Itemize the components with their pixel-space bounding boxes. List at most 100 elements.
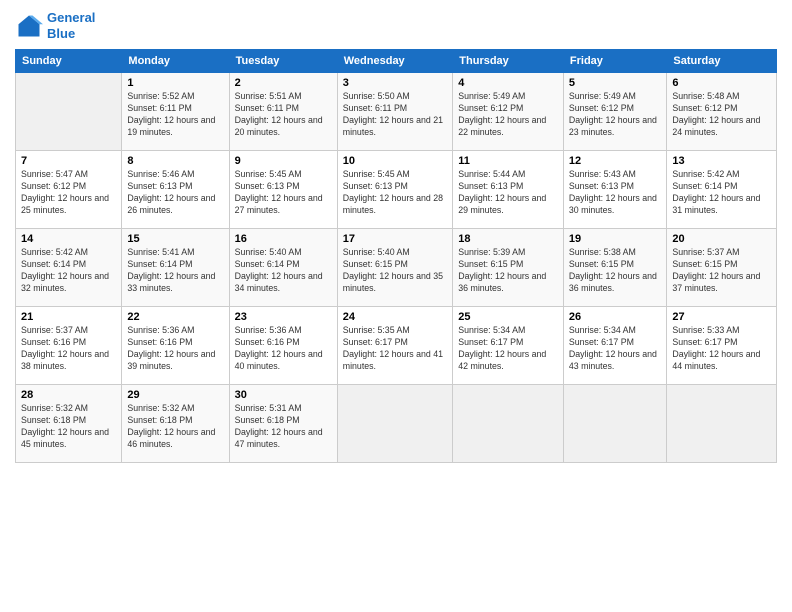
calendar-cell: 28 Sunrise: 5:32 AMSunset: 6:18 PMDaylig… xyxy=(16,385,122,463)
day-number: 23 xyxy=(235,311,332,323)
calendar-cell: 8 Sunrise: 5:46 AMSunset: 6:13 PMDayligh… xyxy=(122,151,229,229)
calendar-cell: 7 Sunrise: 5:47 AMSunset: 6:12 PMDayligh… xyxy=(16,151,122,229)
calendar-cell xyxy=(667,385,777,463)
week-row-2: 7 Sunrise: 5:47 AMSunset: 6:12 PMDayligh… xyxy=(16,151,777,229)
day-number: 15 xyxy=(127,233,223,245)
day-number: 16 xyxy=(235,233,332,245)
day-info: Sunrise: 5:51 AMSunset: 6:11 PMDaylight:… xyxy=(235,91,332,139)
day-info: Sunrise: 5:52 AMSunset: 6:11 PMDaylight:… xyxy=(127,91,223,139)
calendar-cell: 22 Sunrise: 5:36 AMSunset: 6:16 PMDaylig… xyxy=(122,307,229,385)
col-header-tuesday: Tuesday xyxy=(229,50,337,73)
day-info: Sunrise: 5:37 AMSunset: 6:15 PMDaylight:… xyxy=(672,247,771,295)
calendar-cell: 16 Sunrise: 5:40 AMSunset: 6:14 PMDaylig… xyxy=(229,229,337,307)
day-number: 24 xyxy=(343,311,448,323)
day-number: 20 xyxy=(672,233,771,245)
calendar-cell: 25 Sunrise: 5:34 AMSunset: 6:17 PMDaylig… xyxy=(453,307,564,385)
day-info: Sunrise: 5:50 AMSunset: 6:11 PMDaylight:… xyxy=(343,91,448,139)
col-header-wednesday: Wednesday xyxy=(337,50,453,73)
day-info: Sunrise: 5:49 AMSunset: 6:12 PMDaylight:… xyxy=(569,91,662,139)
calendar-cell: 5 Sunrise: 5:49 AMSunset: 6:12 PMDayligh… xyxy=(563,73,667,151)
day-number: 25 xyxy=(458,311,558,323)
day-info: Sunrise: 5:35 AMSunset: 6:17 PMDaylight:… xyxy=(343,325,448,373)
day-info: Sunrise: 5:32 AMSunset: 6:18 PMDaylight:… xyxy=(21,403,116,451)
day-info: Sunrise: 5:49 AMSunset: 6:12 PMDaylight:… xyxy=(458,91,558,139)
logo: General Blue xyxy=(15,10,95,41)
day-number: 18 xyxy=(458,233,558,245)
day-info: Sunrise: 5:44 AMSunset: 6:13 PMDaylight:… xyxy=(458,169,558,217)
calendar-cell xyxy=(453,385,564,463)
calendar-cell: 29 Sunrise: 5:32 AMSunset: 6:18 PMDaylig… xyxy=(122,385,229,463)
day-number: 5 xyxy=(569,77,662,89)
logo-text: General Blue xyxy=(47,10,95,41)
calendar-cell: 26 Sunrise: 5:34 AMSunset: 6:17 PMDaylig… xyxy=(563,307,667,385)
day-info: Sunrise: 5:47 AMSunset: 6:12 PMDaylight:… xyxy=(21,169,116,217)
day-number: 26 xyxy=(569,311,662,323)
day-info: Sunrise: 5:34 AMSunset: 6:17 PMDaylight:… xyxy=(458,325,558,373)
calendar-cell: 19 Sunrise: 5:38 AMSunset: 6:15 PMDaylig… xyxy=(563,229,667,307)
day-number: 1 xyxy=(127,77,223,89)
calendar-cell: 13 Sunrise: 5:42 AMSunset: 6:14 PMDaylig… xyxy=(667,151,777,229)
col-header-thursday: Thursday xyxy=(453,50,564,73)
day-info: Sunrise: 5:37 AMSunset: 6:16 PMDaylight:… xyxy=(21,325,116,373)
day-number: 10 xyxy=(343,155,448,167)
col-header-saturday: Saturday xyxy=(667,50,777,73)
calendar-cell: 17 Sunrise: 5:40 AMSunset: 6:15 PMDaylig… xyxy=(337,229,453,307)
calendar-cell: 2 Sunrise: 5:51 AMSunset: 6:11 PMDayligh… xyxy=(229,73,337,151)
week-row-4: 21 Sunrise: 5:37 AMSunset: 6:16 PMDaylig… xyxy=(16,307,777,385)
week-row-1: 1 Sunrise: 5:52 AMSunset: 6:11 PMDayligh… xyxy=(16,73,777,151)
week-row-5: 28 Sunrise: 5:32 AMSunset: 6:18 PMDaylig… xyxy=(16,385,777,463)
calendar-cell: 24 Sunrise: 5:35 AMSunset: 6:17 PMDaylig… xyxy=(337,307,453,385)
day-number: 29 xyxy=(127,389,223,401)
day-number: 6 xyxy=(672,77,771,89)
calendar-cell: 3 Sunrise: 5:50 AMSunset: 6:11 PMDayligh… xyxy=(337,73,453,151)
calendar-cell: 23 Sunrise: 5:36 AMSunset: 6:16 PMDaylig… xyxy=(229,307,337,385)
day-info: Sunrise: 5:39 AMSunset: 6:15 PMDaylight:… xyxy=(458,247,558,295)
day-number: 17 xyxy=(343,233,448,245)
day-number: 3 xyxy=(343,77,448,89)
header: General Blue xyxy=(15,10,777,41)
calendar-cell: 21 Sunrise: 5:37 AMSunset: 6:16 PMDaylig… xyxy=(16,307,122,385)
calendar-cell: 27 Sunrise: 5:33 AMSunset: 6:17 PMDaylig… xyxy=(667,307,777,385)
calendar-cell: 12 Sunrise: 5:43 AMSunset: 6:13 PMDaylig… xyxy=(563,151,667,229)
calendar-cell xyxy=(16,73,122,151)
day-info: Sunrise: 5:31 AMSunset: 6:18 PMDaylight:… xyxy=(235,403,332,451)
col-header-friday: Friday xyxy=(563,50,667,73)
day-info: Sunrise: 5:38 AMSunset: 6:15 PMDaylight:… xyxy=(569,247,662,295)
day-info: Sunrise: 5:40 AMSunset: 6:14 PMDaylight:… xyxy=(235,247,332,295)
calendar-cell: 4 Sunrise: 5:49 AMSunset: 6:12 PMDayligh… xyxy=(453,73,564,151)
day-number: 19 xyxy=(569,233,662,245)
calendar-cell: 18 Sunrise: 5:39 AMSunset: 6:15 PMDaylig… xyxy=(453,229,564,307)
day-info: Sunrise: 5:42 AMSunset: 6:14 PMDaylight:… xyxy=(672,169,771,217)
calendar-cell: 20 Sunrise: 5:37 AMSunset: 6:15 PMDaylig… xyxy=(667,229,777,307)
day-info: Sunrise: 5:40 AMSunset: 6:15 PMDaylight:… xyxy=(343,247,448,295)
day-number: 11 xyxy=(458,155,558,167)
day-info: Sunrise: 5:36 AMSunset: 6:16 PMDaylight:… xyxy=(235,325,332,373)
page: General Blue SundayMondayTuesdayWednesda… xyxy=(0,0,792,612)
day-number: 21 xyxy=(21,311,116,323)
calendar-cell: 1 Sunrise: 5:52 AMSunset: 6:11 PMDayligh… xyxy=(122,73,229,151)
day-number: 13 xyxy=(672,155,771,167)
day-number: 28 xyxy=(21,389,116,401)
day-number: 9 xyxy=(235,155,332,167)
calendar-cell: 30 Sunrise: 5:31 AMSunset: 6:18 PMDaylig… xyxy=(229,385,337,463)
day-info: Sunrise: 5:43 AMSunset: 6:13 PMDaylight:… xyxy=(569,169,662,217)
calendar-cell xyxy=(337,385,453,463)
calendar-cell: 9 Sunrise: 5:45 AMSunset: 6:13 PMDayligh… xyxy=(229,151,337,229)
day-number: 7 xyxy=(21,155,116,167)
week-row-3: 14 Sunrise: 5:42 AMSunset: 6:14 PMDaylig… xyxy=(16,229,777,307)
calendar-cell: 11 Sunrise: 5:44 AMSunset: 6:13 PMDaylig… xyxy=(453,151,564,229)
day-number: 12 xyxy=(569,155,662,167)
calendar-cell: 15 Sunrise: 5:41 AMSunset: 6:14 PMDaylig… xyxy=(122,229,229,307)
day-number: 30 xyxy=(235,389,332,401)
day-number: 22 xyxy=(127,311,223,323)
day-info: Sunrise: 5:34 AMSunset: 6:17 PMDaylight:… xyxy=(569,325,662,373)
day-number: 8 xyxy=(127,155,223,167)
day-info: Sunrise: 5:45 AMSunset: 6:13 PMDaylight:… xyxy=(235,169,332,217)
calendar-table: SundayMondayTuesdayWednesdayThursdayFrid… xyxy=(15,49,777,463)
day-number: 14 xyxy=(21,233,116,245)
col-header-sunday: Sunday xyxy=(16,50,122,73)
header-row: SundayMondayTuesdayWednesdayThursdayFrid… xyxy=(16,50,777,73)
day-info: Sunrise: 5:48 AMSunset: 6:12 PMDaylight:… xyxy=(672,91,771,139)
day-number: 4 xyxy=(458,77,558,89)
col-header-monday: Monday xyxy=(122,50,229,73)
